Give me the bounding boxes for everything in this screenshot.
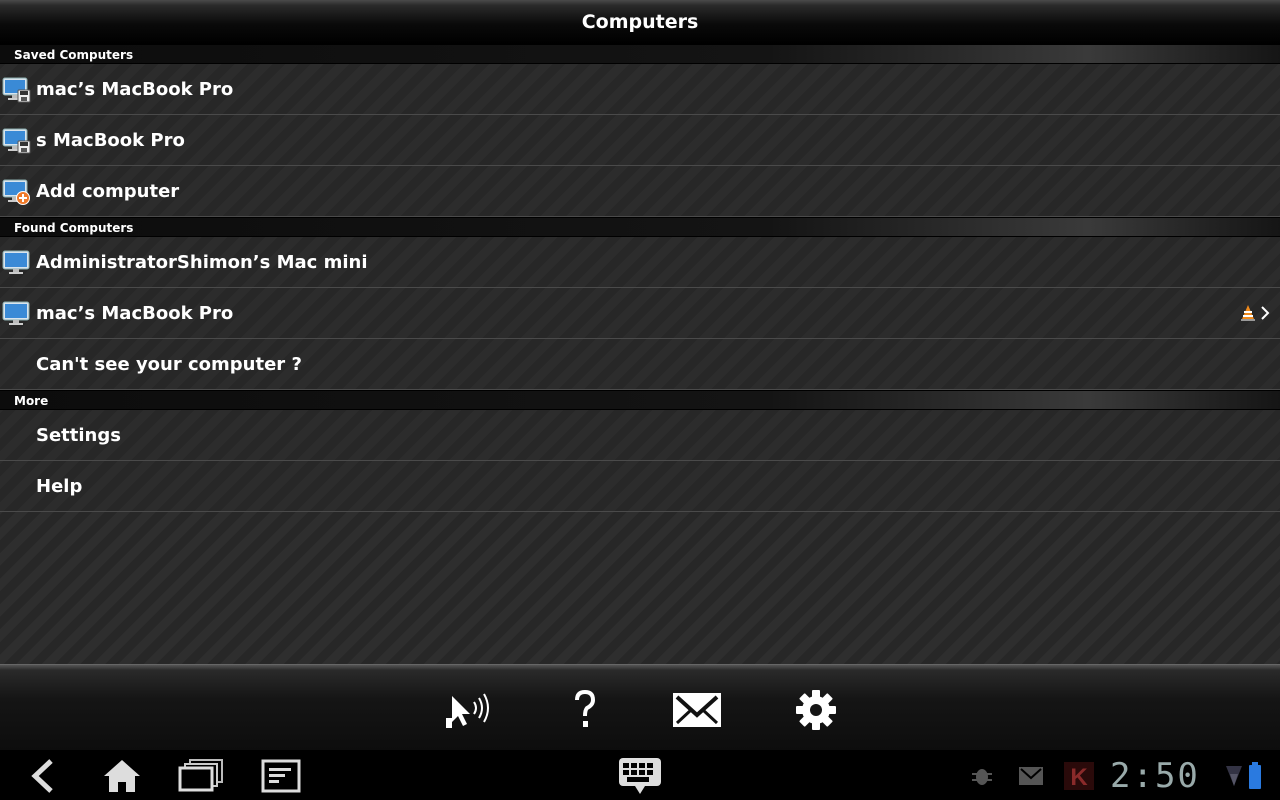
back-icon	[31, 759, 53, 793]
saved-computer-icon	[2, 128, 31, 154]
svg-text:K: K	[1070, 764, 1088, 790]
computer-name: mac’s MacBook Pro	[36, 78, 234, 100]
battery-icon	[1249, 762, 1261, 789]
debug-icon	[972, 769, 992, 785]
gear-icon	[796, 690, 836, 730]
section-header-more: More	[0, 390, 1280, 410]
settings-item[interactable]: Settings	[0, 410, 1280, 461]
keyboard-button[interactable]	[616, 756, 664, 796]
add-computer-item[interactable]: Add computer	[0, 166, 1280, 217]
keyboard-icon	[619, 758, 661, 794]
remote-signal-icon	[446, 693, 489, 728]
help-item[interactable]: Help	[0, 461, 1280, 512]
chevron-right-icon[interactable]	[1260, 305, 1270, 321]
help-label: Help	[36, 475, 83, 497]
k-app-icon: K	[1064, 762, 1094, 790]
add-computer-icon	[2, 179, 30, 205]
mail-button[interactable]	[667, 687, 727, 733]
cant-see-computer-item[interactable]: Can't see your computer ?	[0, 339, 1280, 390]
bottom-toolbar	[0, 664, 1280, 750]
title-bar: Computers	[0, 0, 1280, 44]
section-header-saved: Saved Computers	[0, 44, 1280, 64]
saved-computer-icon	[2, 77, 31, 103]
settings-label: Settings	[36, 424, 121, 446]
status-clock: 2:50	[1110, 756, 1200, 796]
gmail-icon	[1019, 767, 1043, 785]
vlc-cone-icon	[1241, 305, 1255, 321]
home-button[interactable]	[100, 756, 144, 796]
recent-apps-button[interactable]	[176, 756, 226, 796]
menu-button[interactable]	[260, 756, 302, 796]
cant-see-computer-label: Can't see your computer ?	[36, 353, 302, 375]
wifi-icon	[1226, 766, 1242, 786]
help-button[interactable]	[555, 687, 615, 733]
menu-icon	[261, 759, 301, 793]
mail-icon	[673, 693, 721, 727]
saved-computer-item[interactable]: s MacBook Pro	[0, 115, 1280, 166]
computer-name: s MacBook Pro	[36, 129, 185, 151]
computer-list: Saved Computers mac’s MacBook Pro s MacB…	[0, 44, 1280, 664]
computer-icon	[2, 250, 30, 274]
found-computer-item[interactable]: AdministratorShimon’s Mac mini	[0, 237, 1280, 288]
found-computer-item[interactable]: mac’s MacBook Pro	[0, 288, 1280, 339]
page-title: Computers	[581, 11, 699, 33]
computer-name: AdministratorShimon’s Mac mini	[36, 251, 368, 273]
computer-icon	[2, 301, 30, 325]
help-icon	[575, 689, 596, 727]
section-header-found: Found Computers	[0, 217, 1280, 237]
row-accessories	[1240, 304, 1270, 322]
back-button[interactable]	[22, 756, 62, 796]
recent-apps-icon	[178, 759, 223, 792]
add-computer-label: Add computer	[36, 180, 180, 202]
system-nav-bar: K	[0, 750, 1280, 800]
computer-name: mac’s MacBook Pro	[36, 302, 234, 324]
home-icon	[104, 760, 140, 792]
settings-button[interactable]	[786, 687, 846, 733]
remote-signal-button[interactable]	[440, 687, 500, 733]
saved-computer-item[interactable]: mac’s MacBook Pro	[0, 64, 1280, 115]
